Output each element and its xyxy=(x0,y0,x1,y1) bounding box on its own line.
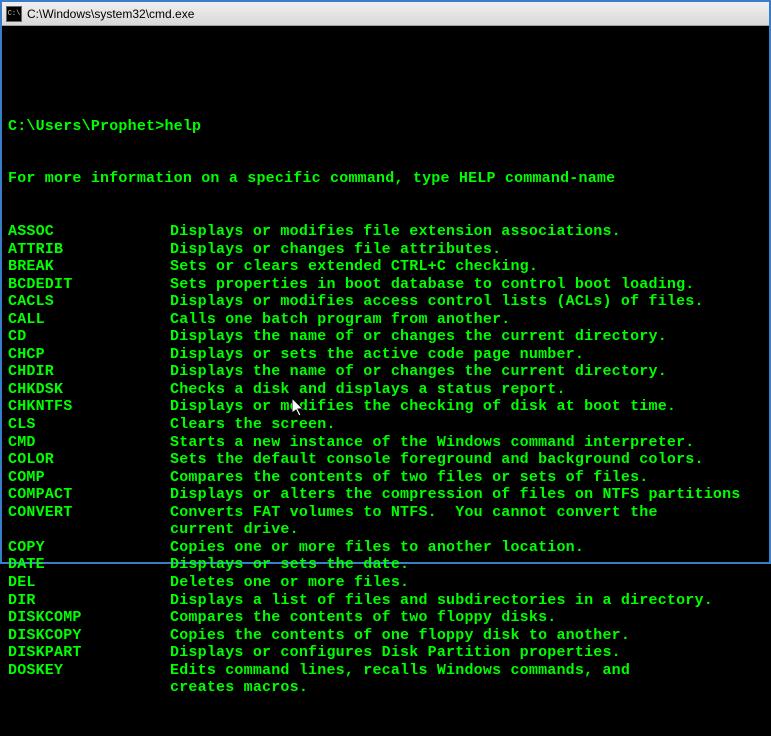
command-row: COMPACTDisplays or alters the compressio… xyxy=(8,486,763,504)
command-name: DATE xyxy=(8,556,170,574)
command-name: COMPACT xyxy=(8,486,170,504)
command-desc: Displays or alters the compression of fi… xyxy=(170,486,741,504)
command-row: CHCPDisplays or sets the active code pag… xyxy=(8,346,763,364)
command-name: DISKCOPY xyxy=(8,627,170,645)
command-desc: Displays or modifies file extension asso… xyxy=(170,223,621,241)
command-row: COLORSets the default console foreground… xyxy=(8,451,763,469)
command-desc: Sets or clears extended CTRL+C checking. xyxy=(170,258,538,276)
command-desc: Displays or configures Disk Partition pr… xyxy=(170,644,621,662)
terminal-area[interactable]: C:\Users\Prophet>help For more informati… xyxy=(2,26,769,736)
command-row: DIRDisplays a list of files and subdirec… xyxy=(8,592,763,610)
command-row: DISKCOMPCompares the contents of two flo… xyxy=(8,609,763,627)
command-name: DISKCOMP xyxy=(8,609,170,627)
command-row: DISKPARTDisplays or configures Disk Part… xyxy=(8,644,763,662)
command-desc: Clears the screen. xyxy=(170,416,336,434)
command-name: COPY xyxy=(8,539,170,557)
command-name: CALL xyxy=(8,311,170,329)
command-desc: Calls one batch program from another. xyxy=(170,311,510,329)
command-row: CHKNTFSDisplays or modifies the checking… xyxy=(8,398,763,416)
command-desc: Deletes one or more files. xyxy=(170,574,409,592)
command-row: DATEDisplays or sets the date. xyxy=(8,556,763,574)
command-desc: Starts a new instance of the Windows com… xyxy=(170,434,694,452)
command-desc: Displays the name of or changes the curr… xyxy=(170,328,667,346)
command-desc: Displays or sets the date. xyxy=(170,556,409,574)
command-name: CMD xyxy=(8,434,170,452)
command-desc: Compares the contents of two floppy disk… xyxy=(170,609,556,627)
prompt-line: C:\Users\Prophet>help xyxy=(8,118,763,136)
command-row: CHKDSKChecks a disk and displays a statu… xyxy=(8,381,763,399)
command-desc: Displays or sets the active code page nu… xyxy=(170,346,584,364)
help-intro: For more information on a specific comma… xyxy=(8,170,763,188)
command-row: CALLCalls one batch program from another… xyxy=(8,311,763,329)
command-row: ASSOCDisplays or modifies file extension… xyxy=(8,223,763,241)
command-row: DELDeletes one or more files. xyxy=(8,574,763,592)
command-row: CHDIRDisplays the name of or changes the… xyxy=(8,363,763,381)
command-name: CHCP xyxy=(8,346,170,364)
command-row: DOSKEYEdits command lines, recalls Windo… xyxy=(8,662,763,680)
command-row: CDDisplays the name of or changes the cu… xyxy=(8,328,763,346)
command-desc: creates macros. xyxy=(170,679,308,697)
command-name xyxy=(8,521,170,539)
command-name: DISKPART xyxy=(8,644,170,662)
command-desc: Sets the default console foreground and … xyxy=(170,451,704,469)
command-name: ATTRIB xyxy=(8,241,170,259)
command-name: CHKDSK xyxy=(8,381,170,399)
command-row: creates macros. xyxy=(8,679,763,697)
command-row: BREAKSets or clears extended CTRL+C chec… xyxy=(8,258,763,276)
command-name: DOSKEY xyxy=(8,662,170,680)
command-desc: current drive. xyxy=(170,521,299,539)
titlebar[interactable]: C:\ C:\Windows\system32\cmd.exe xyxy=(2,2,769,26)
command-name: DIR xyxy=(8,592,170,610)
command-name: CONVERT xyxy=(8,504,170,522)
command-name: DEL xyxy=(8,574,170,592)
command-desc: Displays or changes file attributes. xyxy=(170,241,501,259)
command-row: CACLSDisplays or modifies access control… xyxy=(8,293,763,311)
command-row: ATTRIBDisplays or changes file attribute… xyxy=(8,241,763,259)
command-row: COPYCopies one or more files to another … xyxy=(8,539,763,557)
command-desc: Displays or modifies the checking of dis… xyxy=(170,398,676,416)
command-name: COLOR xyxy=(8,451,170,469)
command-desc: Displays the name of or changes the curr… xyxy=(170,363,667,381)
command-desc: Copies the contents of one floppy disk t… xyxy=(170,627,630,645)
cmd-icon: C:\ xyxy=(6,6,22,22)
window-title: C:\Windows\system32\cmd.exe xyxy=(27,7,194,21)
command-row: CONVERTConverts FAT volumes to NTFS. You… xyxy=(8,504,763,522)
command-name xyxy=(8,679,170,697)
command-desc: Checks a disk and displays a status repo… xyxy=(170,381,566,399)
command-name: BCDEDIT xyxy=(8,276,170,294)
command-desc: Displays or modifies access control list… xyxy=(170,293,704,311)
command-desc: Copies one or more files to another loca… xyxy=(170,539,584,557)
command-desc: Edits command lines, recalls Windows com… xyxy=(170,662,630,680)
command-row: BCDEDITSets properties in boot database … xyxy=(8,276,763,294)
blank-line xyxy=(8,65,763,83)
command-row: COMPCompares the contents of two files o… xyxy=(8,469,763,487)
command-desc: Sets properties in boot database to cont… xyxy=(170,276,694,294)
command-desc: Displays a list of files and subdirector… xyxy=(170,592,713,610)
command-row: CMDStarts a new instance of the Windows … xyxy=(8,434,763,452)
command-name: CD xyxy=(8,328,170,346)
prompt-command: help xyxy=(164,118,201,136)
command-row: current drive. xyxy=(8,521,763,539)
command-list: ASSOCDisplays or modifies file extension… xyxy=(8,223,763,697)
cmd-window: C:\ C:\Windows\system32\cmd.exe C:\Users… xyxy=(0,0,771,564)
command-name: CACLS xyxy=(8,293,170,311)
command-row: DISKCOPYCopies the contents of one flopp… xyxy=(8,627,763,645)
command-name: CHDIR xyxy=(8,363,170,381)
command-name: BREAK xyxy=(8,258,170,276)
command-name: CHKNTFS xyxy=(8,398,170,416)
command-name: COMP xyxy=(8,469,170,487)
command-name: CLS xyxy=(8,416,170,434)
command-row: CLSClears the screen. xyxy=(8,416,763,434)
command-desc: Compares the contents of two files or se… xyxy=(170,469,648,487)
command-name: ASSOC xyxy=(8,223,170,241)
prompt-path: C:\Users\Prophet> xyxy=(8,118,164,136)
command-desc: Converts FAT volumes to NTFS. You cannot… xyxy=(170,504,658,522)
